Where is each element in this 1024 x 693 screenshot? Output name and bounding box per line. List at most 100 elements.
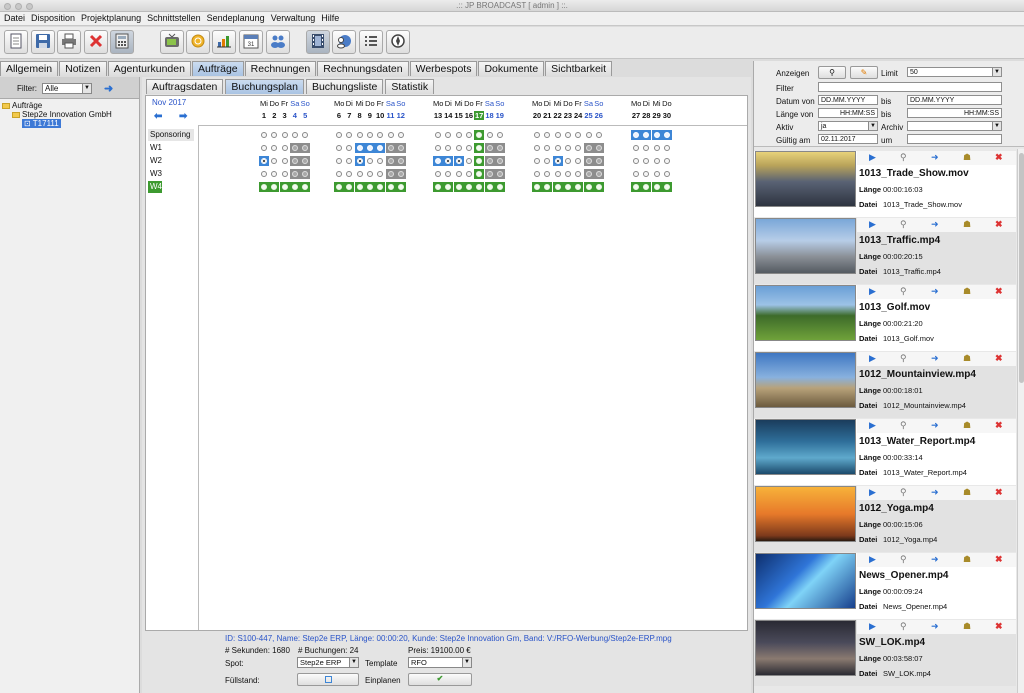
booking-slot[interactable]: [662, 156, 672, 166]
booking-slot[interactable]: [641, 143, 651, 153]
booking-slot[interactable]: [563, 156, 573, 166]
delete-button[interactable]: [84, 30, 108, 54]
play-icon[interactable]: ▶: [869, 621, 876, 632]
booking-slot[interactable]: [484, 182, 495, 192]
booking-slot[interactable]: [573, 182, 584, 192]
tab-rechnungen[interactable]: Rechnungen: [244, 61, 317, 76]
booking-slot[interactable]: [542, 143, 552, 153]
booking-slot[interactable]: [532, 156, 542, 166]
booking-slot[interactable]: [495, 130, 505, 140]
tab-agenturkunden[interactable]: Agenturkunden: [107, 61, 191, 76]
booking-slot[interactable]: [532, 130, 542, 140]
booking-slot[interactable]: [289, 169, 300, 179]
booking-slot[interactable]: [289, 182, 300, 192]
booking-slot[interactable]: [344, 182, 355, 192]
booking-slot[interactable]: [355, 169, 365, 179]
booking-slot[interactable]: [494, 169, 505, 179]
booking-slot[interactable]: [433, 156, 443, 166]
booking-slot[interactable]: [365, 169, 375, 179]
booking-slot[interactable]: [443, 130, 453, 140]
booking-slot[interactable]: [396, 130, 406, 140]
scrollbar-thumb[interactable]: [1019, 153, 1024, 383]
booking-slot[interactable]: [395, 156, 406, 166]
spot-select[interactable]: Step2e ERP ▼: [297, 657, 359, 668]
delete-icon[interactable]: ✖: [995, 621, 1003, 632]
booking-slot[interactable]: [453, 182, 464, 192]
booking-slot[interactable]: [542, 169, 552, 179]
subtab-auftragsdaten[interactable]: Auftragsdaten: [146, 79, 224, 94]
tab-dokumente[interactable]: Dokumente: [478, 61, 545, 76]
tab-werbespots[interactable]: Werbespots: [409, 61, 478, 76]
globe-user-button[interactable]: [332, 30, 356, 54]
booking-slot[interactable]: [300, 182, 311, 192]
booking-slot[interactable]: [365, 130, 375, 140]
arrow-right-icon[interactable]: ➜: [104, 82, 113, 95]
booking-slot[interactable]: [375, 156, 385, 166]
film-button[interactable]: [306, 30, 330, 54]
booking-slot[interactable]: [259, 182, 269, 192]
media-item[interactable]: ▶ ⚲ ➜ ☗ ✖ 1013_Water_Report.mp4 Länge 00:00:33:…: [754, 419, 1016, 485]
booking-slot[interactable]: [631, 130, 641, 140]
booking-slot[interactable]: [300, 169, 311, 179]
booking-slot[interactable]: [573, 130, 583, 140]
booking-slot[interactable]: [280, 156, 290, 166]
length-from-input[interactable]: HH:MM:SS: [818, 108, 878, 118]
booking-slot[interactable]: [300, 143, 311, 153]
booking-slot[interactable]: [454, 169, 464, 179]
play-icon[interactable]: ▶: [869, 286, 876, 297]
media-item[interactable]: ▶ ⚲ ➜ ☗ ✖ 1012_Yoga.mp4 Länge 00:00:15:06 Datei 1…: [754, 486, 1016, 552]
schedule-button[interactable]: ✔: [408, 673, 472, 686]
limit-select[interactable]: 50 ▼: [907, 67, 1002, 77]
tab-aufträge[interactable]: Aufträge: [191, 61, 244, 76]
link-icon[interactable]: ⚲: [900, 286, 907, 297]
menu-disposition[interactable]: Disposition: [29, 12, 79, 25]
booking-slot[interactable]: [385, 143, 396, 153]
active-select[interactable]: ja ▼: [818, 121, 878, 131]
tree-root[interactable]: Aufträge: [2, 101, 139, 110]
compass-button[interactable]: [386, 30, 410, 54]
arrow-right-icon[interactable]: ➜: [931, 152, 939, 163]
booking-slot[interactable]: [631, 156, 641, 166]
subtab-buchungsplan[interactable]: Buchungsplan: [225, 79, 304, 94]
booking-slot[interactable]: [583, 182, 594, 192]
booking-slot[interactable]: [375, 143, 386, 153]
media-item[interactable]: ▶ ⚲ ➜ ☗ ✖ 1013_Trade_Show.mov Länge 00:00:16:03…: [754, 151, 1016, 217]
booking-slot[interactable]: [334, 169, 344, 179]
archive-select[interactable]: ▼: [907, 121, 1002, 131]
link-icon[interactable]: ⚲: [900, 420, 907, 431]
users-button[interactable]: [266, 30, 290, 54]
link-icon[interactable]: ⚲: [900, 621, 907, 632]
link-icon[interactable]: ⚲: [900, 152, 907, 163]
show-button[interactable]: ⚲: [818, 66, 846, 79]
tree-order[interactable]: ⊡ T17111: [2, 119, 139, 128]
arrow-right-icon[interactable]: ➜: [931, 353, 939, 364]
delete-icon[interactable]: ✖: [995, 353, 1003, 364]
menu-schnittstellen[interactable]: Schnittstellen: [145, 12, 205, 25]
booking-slot[interactable]: [661, 130, 672, 140]
booking-slot[interactable]: [651, 182, 662, 192]
booking-slot[interactable]: [385, 156, 396, 166]
booking-slot[interactable]: [300, 130, 310, 140]
template-select[interactable]: RFO ▼: [408, 657, 472, 668]
booking-slot[interactable]: [494, 156, 505, 166]
booking-slot[interactable]: [453, 156, 464, 166]
booking-slot[interactable]: [583, 169, 594, 179]
booking-slot[interactable]: [652, 169, 662, 179]
booking-slot[interactable]: [553, 143, 563, 153]
booking-slot[interactable]: [641, 169, 651, 179]
booking-slot[interactable]: [553, 130, 563, 140]
delete-icon[interactable]: ✖: [995, 487, 1003, 498]
booking-slot[interactable]: [375, 182, 386, 192]
booking-slot[interactable]: [463, 182, 474, 192]
booking-slot[interactable]: [563, 130, 573, 140]
booking-slot[interactable]: [474, 156, 485, 166]
booking-slot[interactable]: [464, 156, 474, 166]
booking-slot[interactable]: [300, 156, 311, 166]
booking-slot[interactable]: [269, 143, 279, 153]
chart-button[interactable]: [212, 30, 236, 54]
booking-slot[interactable]: [433, 169, 443, 179]
booking-slot[interactable]: [532, 169, 542, 179]
booking-slot[interactable]: [631, 143, 641, 153]
booking-slot[interactable]: [433, 130, 443, 140]
booking-slot[interactable]: [494, 182, 505, 192]
